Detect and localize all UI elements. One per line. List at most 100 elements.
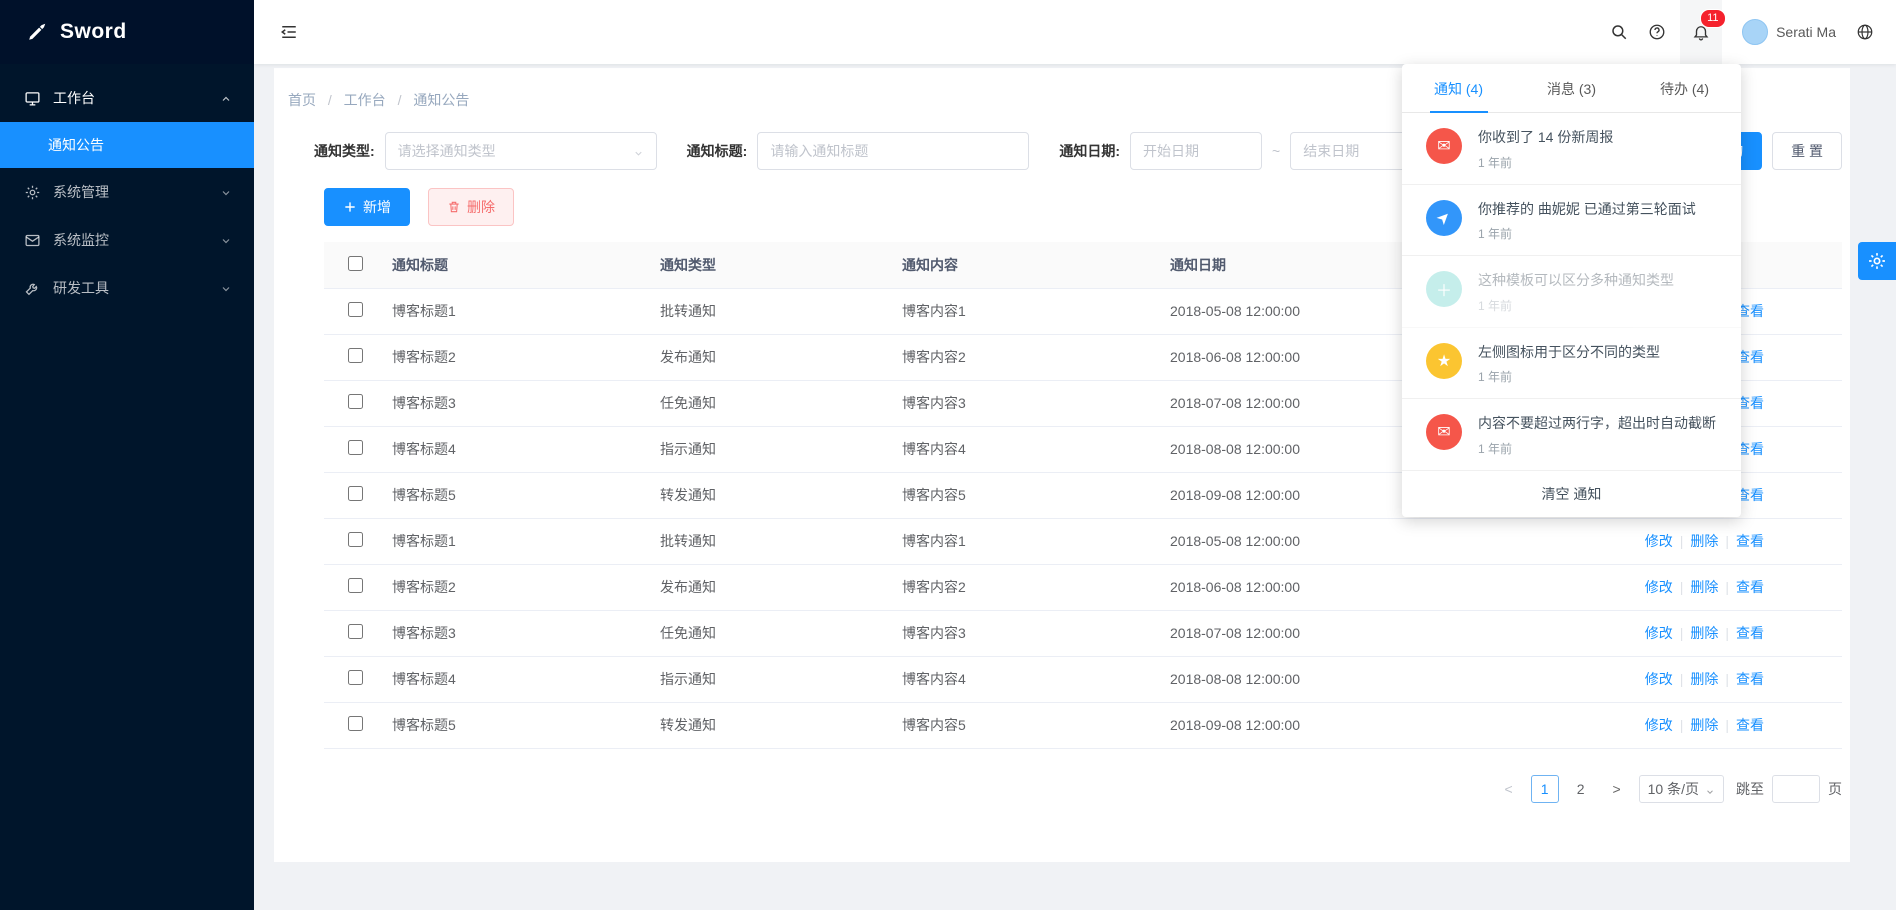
delete-link[interactable]: 删除 xyxy=(1690,579,1718,595)
row-checkbox[interactable] xyxy=(348,302,363,317)
row-checkbox[interactable] xyxy=(348,578,363,593)
page-size-select[interactable]: 10 条/页 xyxy=(1639,775,1724,803)
cell-title: 博客标题5 xyxy=(386,702,654,748)
table-row: 博客标题1 批转通知 博客内容1 2018-05-08 12:00:00 修改|… xyxy=(324,518,1842,564)
add-button[interactable]: 新增 xyxy=(324,188,410,226)
notifications-bell-button[interactable]: 11 xyxy=(1680,0,1722,64)
sidebar-subitem-label: 通知公告 xyxy=(48,135,104,155)
clear-notifications-button[interactable]: 清空 通知 xyxy=(1402,471,1741,517)
edit-link[interactable]: 修改 xyxy=(1645,579,1673,595)
cell-type: 发布通知 xyxy=(654,564,896,610)
breadcrumb-home[interactable]: 首页 xyxy=(288,92,316,108)
cell-content: 博客内容1 xyxy=(896,518,1164,564)
edit-link[interactable]: 修改 xyxy=(1645,717,1673,733)
delete-button[interactable]: 删除 xyxy=(428,188,514,226)
notice-type-select[interactable]: 请选择通知类型 xyxy=(385,132,657,170)
help-icon[interactable] xyxy=(1648,23,1666,41)
cell-content: 博客内容4 xyxy=(896,656,1164,702)
page-unit-label: 页 xyxy=(1828,779,1842,799)
sidebar-item-label: 系统管理 xyxy=(53,182,208,202)
row-checkbox[interactable] xyxy=(348,532,363,547)
sidebar-item-dev-tools[interactable]: 研发工具 xyxy=(0,264,254,312)
notice-title-label: 通知标题: xyxy=(687,141,748,161)
notification-item[interactable]: ★ 左侧图标用于区分不同的类型 1 年前 xyxy=(1402,328,1741,400)
delete-link[interactable]: 删除 xyxy=(1690,533,1718,549)
notification-item[interactable]: ✉ 内容不要超过两行字，超出时自动截断 1 年前 xyxy=(1402,399,1741,471)
view-link[interactable]: 查看 xyxy=(1736,579,1764,595)
sidebar-item-system-manage[interactable]: 系统管理 xyxy=(0,168,254,216)
tab-messages[interactable]: 消息 (3) xyxy=(1515,64,1628,112)
page-button-2[interactable]: 2 xyxy=(1567,775,1595,803)
search-icon[interactable] xyxy=(1610,23,1628,41)
cell-date: 2018-07-08 12:00:00 xyxy=(1164,610,1539,656)
cell-content: 博客内容4 xyxy=(896,426,1164,472)
sword-logo-icon xyxy=(26,21,48,43)
wrench-icon xyxy=(24,280,41,297)
cell-title: 博客标题2 xyxy=(386,564,654,610)
chevron-down-icon xyxy=(1705,784,1715,794)
sidebar-item-notice[interactable]: 通知公告 xyxy=(0,122,254,168)
row-checkbox[interactable] xyxy=(348,348,363,363)
app-logo[interactable]: Sword xyxy=(0,0,254,64)
select-all-cell xyxy=(324,242,386,288)
edit-link[interactable]: 修改 xyxy=(1645,625,1673,641)
view-link[interactable]: 查看 xyxy=(1736,671,1764,687)
view-link[interactable]: 查看 xyxy=(1736,625,1764,641)
gear-icon xyxy=(1867,251,1887,271)
prev-page-button[interactable]: < xyxy=(1495,775,1523,803)
edit-link[interactable]: 修改 xyxy=(1645,671,1673,687)
column-title: 通知标题 xyxy=(386,242,654,288)
sidebar-item-workbench[interactable]: 工作台 xyxy=(0,74,254,122)
edit-link[interactable]: 修改 xyxy=(1645,533,1673,549)
delete-link[interactable]: 删除 xyxy=(1690,625,1718,641)
jump-page-input[interactable] xyxy=(1772,775,1820,803)
column-content: 通知内容 xyxy=(896,242,1164,288)
row-checkbox[interactable] xyxy=(348,716,363,731)
sidebar-item-label: 系统监控 xyxy=(53,230,208,250)
breadcrumb-workbench[interactable]: 工作台 xyxy=(344,92,386,108)
date-start-picker[interactable]: 开始日期 xyxy=(1130,132,1262,170)
tab-notices[interactable]: 通知 (4) xyxy=(1402,64,1515,112)
row-checkbox[interactable] xyxy=(348,486,363,501)
view-link[interactable]: 查看 xyxy=(1736,533,1764,549)
tab-todos[interactable]: 待办 (4) xyxy=(1628,64,1741,112)
view-link[interactable]: 查看 xyxy=(1736,717,1764,733)
paper-plane-icon: ➤ xyxy=(1426,200,1462,236)
row-checkbox[interactable] xyxy=(348,394,363,409)
mail-icon: ✉ xyxy=(1426,414,1462,450)
collapse-sidebar-icon[interactable] xyxy=(280,23,298,41)
table-row: 博客标题3 任免通知 博客内容3 2018-07-08 12:00:00 修改|… xyxy=(324,610,1842,656)
notice-date-label: 通知日期: xyxy=(1059,141,1120,161)
user-menu[interactable]: Serati Ma xyxy=(1742,19,1836,45)
breadcrumb-current: 通知公告 xyxy=(413,92,469,108)
cell-date: 2018-09-08 12:00:00 xyxy=(1164,702,1539,748)
notification-item[interactable]: ➤ 你推荐的 曲妮妮 已通过第三轮面试 1 年前 xyxy=(1402,185,1741,257)
cell-content: 博客内容1 xyxy=(896,288,1164,334)
page-button-1[interactable]: 1 xyxy=(1531,775,1559,803)
row-checkbox[interactable] xyxy=(348,670,363,685)
row-checkbox[interactable] xyxy=(348,440,363,455)
jump-label: 跳至 xyxy=(1736,779,1764,799)
sidebar-item-system-monitor[interactable]: 系统监控 xyxy=(0,216,254,264)
reset-button[interactable]: 重 置 xyxy=(1772,132,1842,170)
notification-item[interactable]: ✉ 你收到了 14 份新周报 1 年前 xyxy=(1402,113,1741,185)
theme-settings-button[interactable] xyxy=(1858,242,1896,280)
next-page-button[interactable]: > xyxy=(1603,775,1631,803)
cell-title: 博客标题2 xyxy=(386,334,654,380)
user-name: Serati Ma xyxy=(1776,24,1836,40)
delete-link[interactable]: 删除 xyxy=(1690,717,1718,733)
notification-item[interactable]: ＋ 这种模板可以区分多种通知类型 1 年前 xyxy=(1402,256,1741,328)
notification-dropdown: 通知 (4) 消息 (3) 待办 (4) ✉ 你收到了 14 份新周报 1 年前… xyxy=(1402,64,1741,517)
notice-title-input[interactable] xyxy=(757,132,1029,170)
cell-content: 博客内容5 xyxy=(896,702,1164,748)
select-all-checkbox[interactable] xyxy=(348,256,363,271)
delete-link[interactable]: 删除 xyxy=(1690,671,1718,687)
cell-title: 博客标题4 xyxy=(386,656,654,702)
sidebar: Sword 工作台 通知公告 系统管理 xyxy=(0,0,254,910)
chevron-down-icon xyxy=(220,282,232,294)
row-checkbox[interactable] xyxy=(348,624,363,639)
language-globe-icon[interactable] xyxy=(1856,23,1874,41)
sidebar-menu: 工作台 通知公告 系统管理 系统监控 xyxy=(0,64,254,312)
mail-icon: ✉ xyxy=(1426,128,1462,164)
cell-title: 博客标题1 xyxy=(386,518,654,564)
